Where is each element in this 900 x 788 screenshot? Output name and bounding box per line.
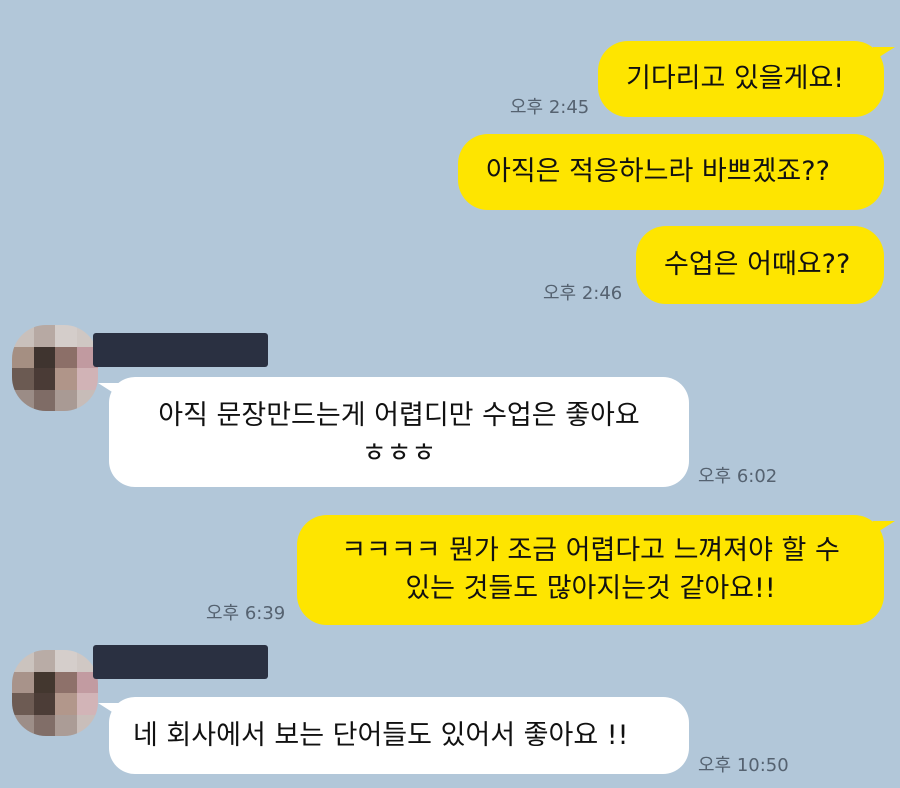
message-text: 네 회사에서 보는 단어들도 있어서 좋아요 !! <box>133 719 629 751</box>
message-timestamp: 오후 2:45 <box>510 97 590 118</box>
chat-room: 기다리고 있을게요! 오후 2:45 아직은 적응하느라 바쁘겠죠?? 수업은 … <box>0 0 900 788</box>
message-text-line: 있는 것들도 많아지는것 같아요!! <box>405 573 776 604</box>
sender-name-redacted <box>93 333 268 367</box>
message-timestamp: 오후 6:02 <box>698 466 778 487</box>
other-message-bubble[interactable]: 아직 문장만드는게 어렵디만 수업은 좋아요 ㅎㅎㅎ <box>98 377 689 487</box>
message-timestamp: 오후 10:50 <box>698 755 789 776</box>
bubble-tail <box>98 703 120 717</box>
bubble-tail <box>873 521 895 535</box>
my-message-bubble[interactable]: 아직은 적응하느라 바쁘겠죠?? <box>458 134 884 210</box>
message-text: 아직은 적응하느라 바쁘겠죠?? <box>486 156 830 187</box>
my-message-bubble[interactable]: ㅋㅋㅋㅋ 뭔가 조금 어렵다고 느껴져야 할 수 있는 것들도 많아지는것 같아… <box>297 515 895 625</box>
other-message-bubble[interactable]: 네 회사에서 보는 단어들도 있어서 좋아요 !! <box>98 697 689 774</box>
message-text-line: 아직 문장만드는게 어렵디만 수업은 좋아요 <box>158 400 640 431</box>
bubble-tail <box>98 383 120 397</box>
message-timestamp: 오후 2:46 <box>543 283 623 304</box>
my-message-bubble[interactable]: 수업은 어때요?? <box>636 226 884 304</box>
message-text-line: ㅎㅎㅎ <box>361 438 437 469</box>
message-text: 수업은 어때요?? <box>664 249 851 280</box>
avatar[interactable] <box>12 325 98 411</box>
message-timestamp: 오후 6:39 <box>206 603 286 624</box>
avatar[interactable] <box>12 650 98 736</box>
bubble-tail <box>873 47 895 61</box>
sender-name-redacted <box>93 645 268 679</box>
message-text-line: ㅋㅋㅋㅋ 뭔가 조금 어렵다고 느껴져야 할 수 <box>341 535 840 566</box>
message-text: 기다리고 있을게요! <box>626 63 845 94</box>
my-message-bubble[interactable]: 기다리고 있을게요! <box>598 41 895 117</box>
